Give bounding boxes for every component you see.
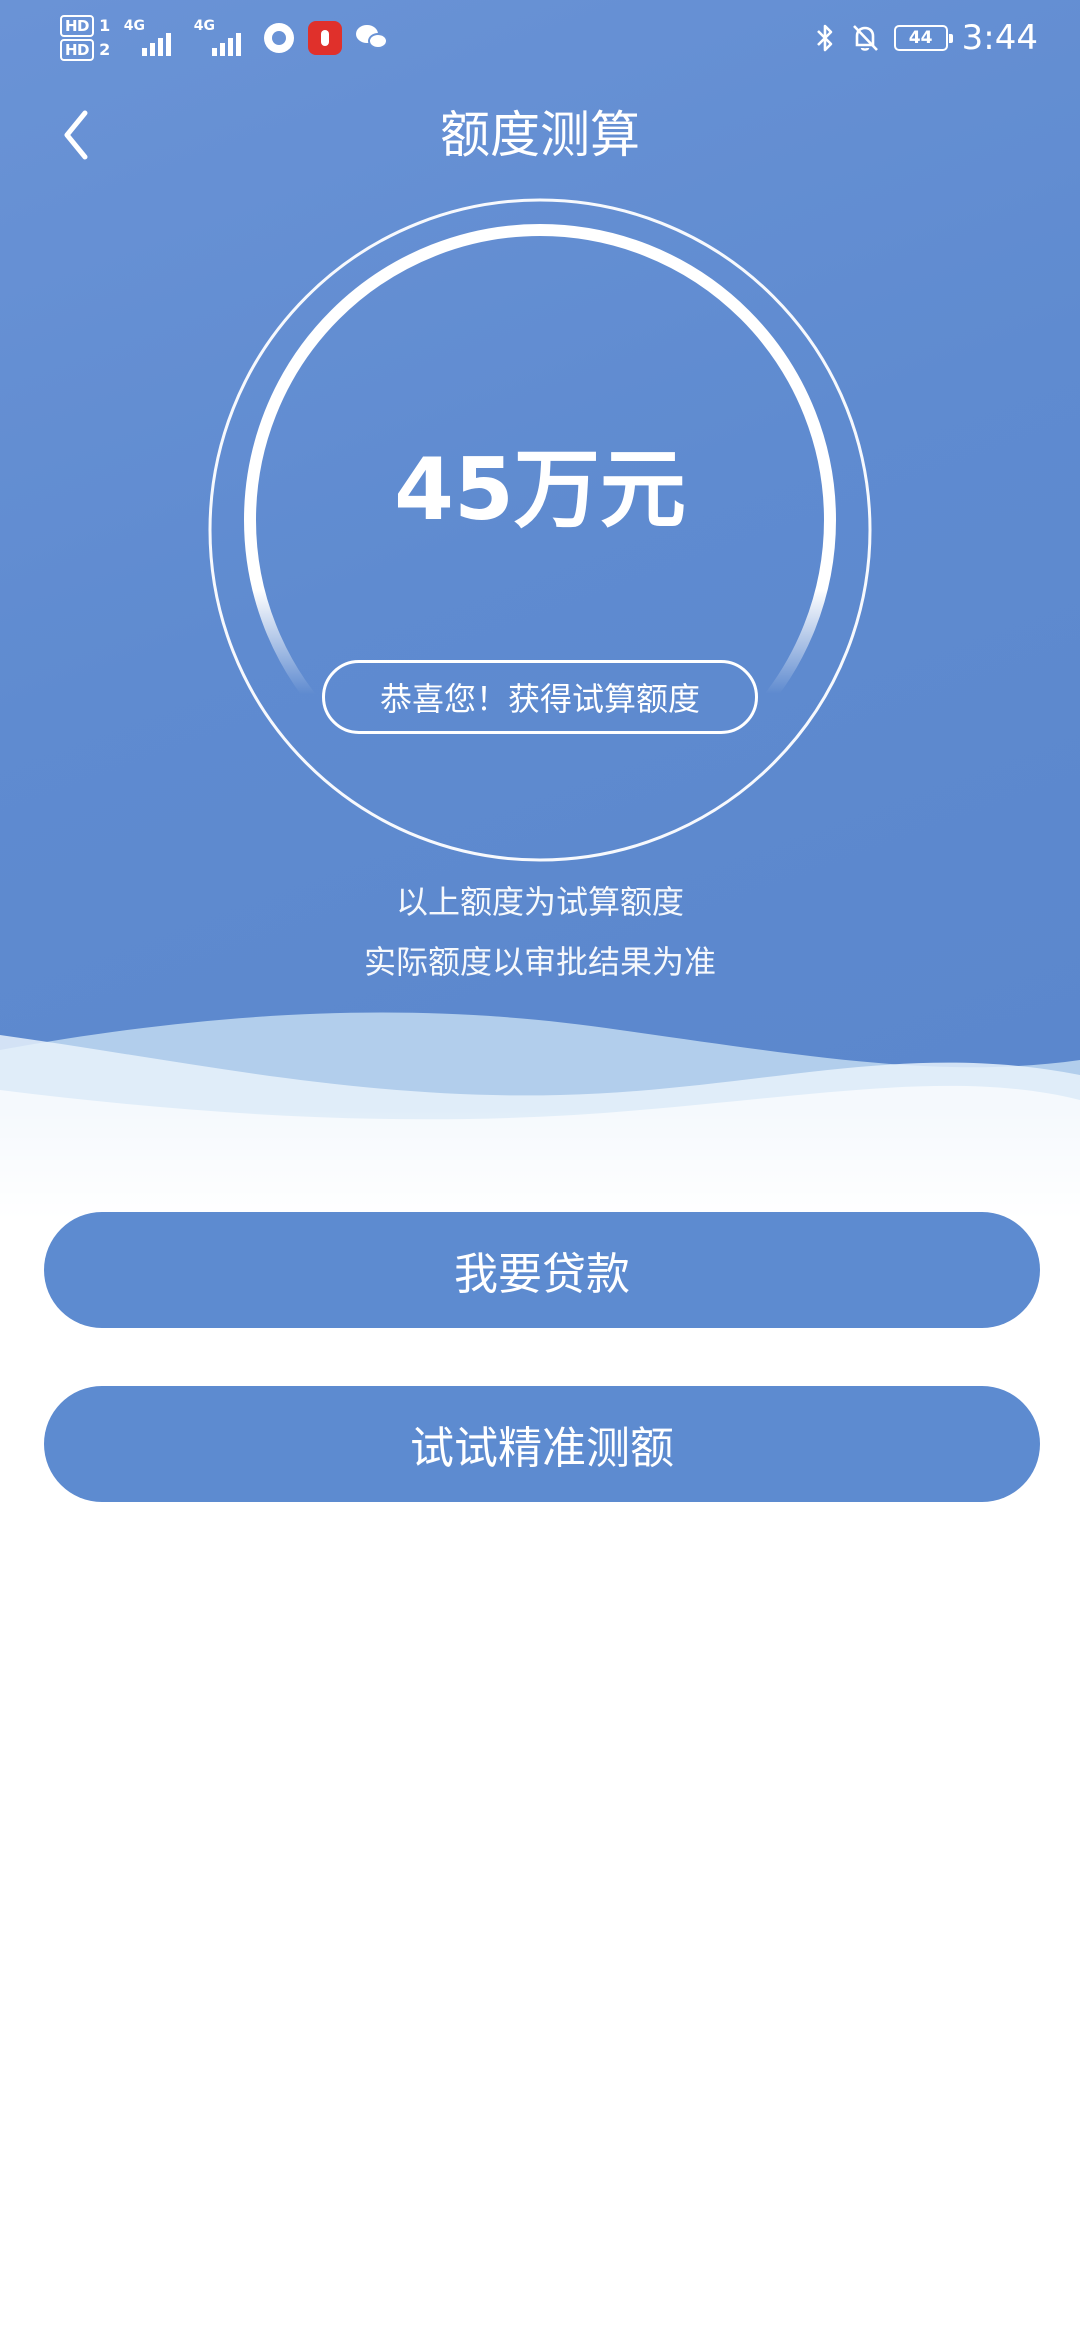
status-bar: HD 1 HD 2 4G 4G 44 3:44: [0, 0, 1080, 80]
clock: 3:44: [961, 18, 1038, 58]
congrats-badge: 恭喜您！获得试算额度: [322, 660, 758, 734]
bell-off-icon: [852, 25, 878, 51]
status-bar-left: HD 1 HD 2 4G 4G: [60, 8, 390, 68]
network-type-1: 4G: [123, 18, 145, 34]
vpn-icon: [263, 23, 294, 53]
signal-1-icon: 4G: [124, 18, 180, 58]
status-bar-right: 44 3:44: [814, 8, 1038, 68]
disclaimer-line-1: 以上额度为试算额度: [395, 883, 684, 921]
wave-decoration: [0, 1012, 1080, 1220]
signal-2-icon: 4G: [194, 18, 250, 58]
network-type-2: 4G: [193, 18, 215, 34]
disclaimer-line-2: 实际额度以审批结果为准: [363, 943, 716, 981]
hd-indicator-2: HD 2: [60, 39, 110, 61]
apply-loan-button[interactable]: 我要贷款: [44, 1212, 1040, 1328]
hd-indicator-1: HD 1: [60, 15, 110, 37]
hd-indicators: HD 1 HD 2: [60, 15, 110, 61]
hero-background: HD 1 HD 2 4G 4G 44 3:44 额度测算 45万元 恭喜您！获得…: [0, 0, 1080, 1220]
bluetooth-icon: [816, 24, 832, 52]
wechat-icon: [355, 23, 390, 53]
microphone-icon: [307, 21, 342, 55]
page-title: 额度测算: [440, 106, 640, 164]
battery-indicator: 44: [893, 25, 953, 51]
credit-amount: 45万元: [394, 440, 686, 540]
precise-estimate-button[interactable]: 试试精准测额: [44, 1386, 1040, 1502]
